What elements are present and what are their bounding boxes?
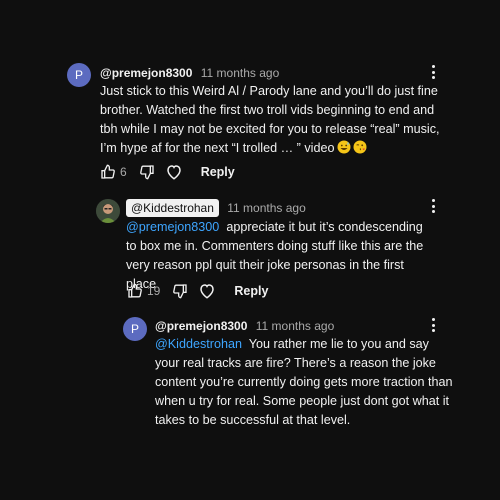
more-options-icon[interactable] xyxy=(430,318,436,334)
avatar[interactable]: P xyxy=(123,317,147,341)
avatar[interactable]: P xyxy=(67,63,91,87)
reply-button[interactable]: Reply xyxy=(234,284,268,298)
timestamp[interactable]: 11 months ago xyxy=(256,319,335,333)
thumbs-down-icon[interactable] xyxy=(139,164,155,180)
face-blowing-kiss-emoji-icon xyxy=(353,140,367,160)
comment-header: @Kiddestrohan 11 months ago xyxy=(126,199,306,217)
mention-link[interactable]: @premejon8300 xyxy=(126,220,219,234)
comment-body: Just stick to this Weird Al / Parody lan… xyxy=(100,84,440,155)
comment-actions: 19 Reply xyxy=(127,281,268,301)
author-name[interactable]: @premejon8300 xyxy=(155,319,247,333)
more-options-icon[interactable] xyxy=(430,65,436,81)
comment-actions: 6 Reply xyxy=(100,162,235,182)
author-name[interactable]: @premejon8300 xyxy=(100,66,192,80)
author-name[interactable]: @Kiddestrohan xyxy=(126,199,219,217)
comment-text: @Kiddestrohan You rather me lie to you a… xyxy=(155,335,455,430)
thumbs-up-icon[interactable] xyxy=(100,164,116,180)
grinning-sweat-emoji-icon xyxy=(337,140,351,160)
like-count: 19 xyxy=(147,284,161,298)
mention-link[interactable]: @Kiddestrohan xyxy=(155,337,242,351)
heart-icon[interactable] xyxy=(165,163,183,181)
avatar[interactable] xyxy=(96,199,120,223)
user-photo-icon xyxy=(96,199,120,223)
comment-header: @premejon8300 11 months ago xyxy=(100,65,279,81)
heart-icon[interactable] xyxy=(198,282,216,300)
like-count: 6 xyxy=(120,165,127,179)
thumbs-up-icon[interactable] xyxy=(127,283,143,299)
timestamp[interactable]: 11 months ago xyxy=(227,201,306,215)
more-options-icon[interactable] xyxy=(430,199,436,215)
reply-button[interactable]: Reply xyxy=(201,165,235,179)
thumbs-down-icon[interactable] xyxy=(172,283,188,299)
comment-text: Just stick to this Weird Al / Parody lan… xyxy=(100,82,440,160)
comment-header: @premejon8300 11 months ago xyxy=(155,318,334,334)
timestamp[interactable]: 11 months ago xyxy=(201,66,280,80)
